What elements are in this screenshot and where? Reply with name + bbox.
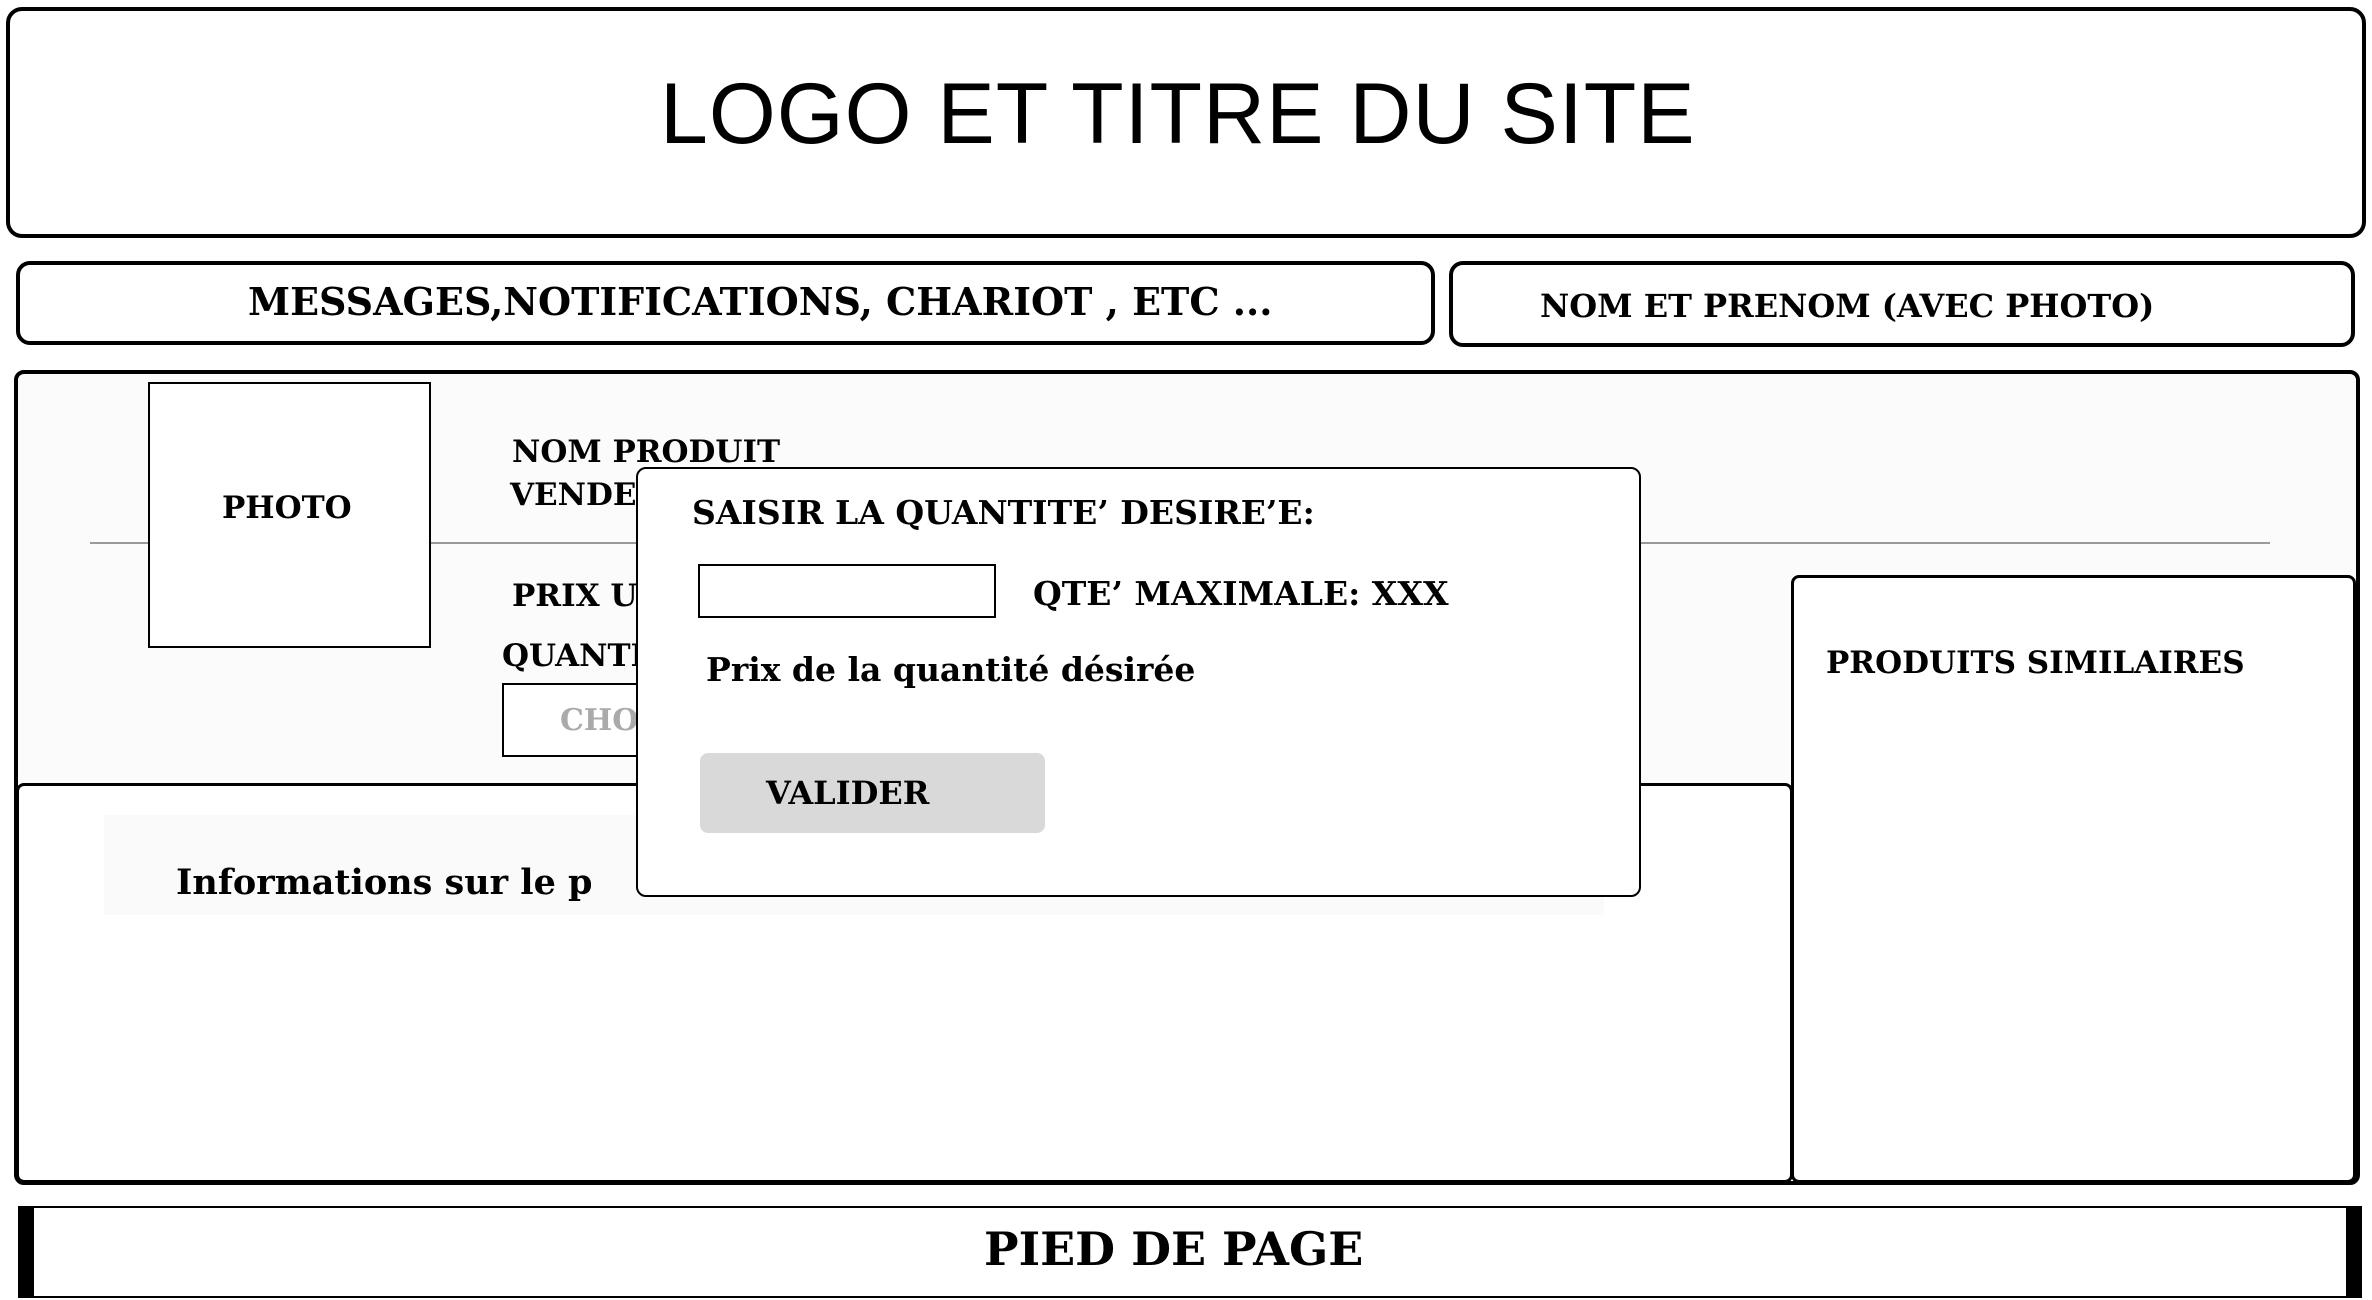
user-name-label[interactable]: NOM ET PRENOM (AVEC PHOTO) — [1540, 287, 2154, 325]
modal-title: SAISIR LA QUANTITE’ DESIRE’E: — [692, 493, 1315, 532]
product-quantity-label: QUANTI — [502, 638, 646, 674]
product-unit-price-label: PRIX U — [512, 578, 638, 614]
site-title: LOGO ET TITRE DU SITE — [660, 66, 1696, 162]
quantity-input[interactable] — [698, 564, 996, 618]
quantity-price-label: Prix de la quantité désirée — [706, 650, 1196, 689]
validate-button[interactable]: VALIDER — [700, 753, 1045, 833]
choose-quantity-label[interactable]: CHO — [560, 703, 638, 738]
similar-products-label: PRODUITS SIMILAIRES — [1826, 645, 2245, 681]
product-name-label: NOM PRODUIT — [512, 434, 781, 470]
product-photo-label: PHOTO — [222, 490, 352, 526]
product-info-label: Informations sur le p — [176, 862, 593, 903]
footer-label: PIED DE PAGE — [984, 1222, 1364, 1276]
max-quantity-label: QTE’ MAXIMALE: XXX — [1033, 574, 1449, 613]
messages-notifications-cart-label[interactable]: MESSAGES,NOTIFICATIONS, CHARIOT , ETC ..… — [248, 279, 1272, 324]
product-seller-label: VENDE — [510, 477, 637, 513]
